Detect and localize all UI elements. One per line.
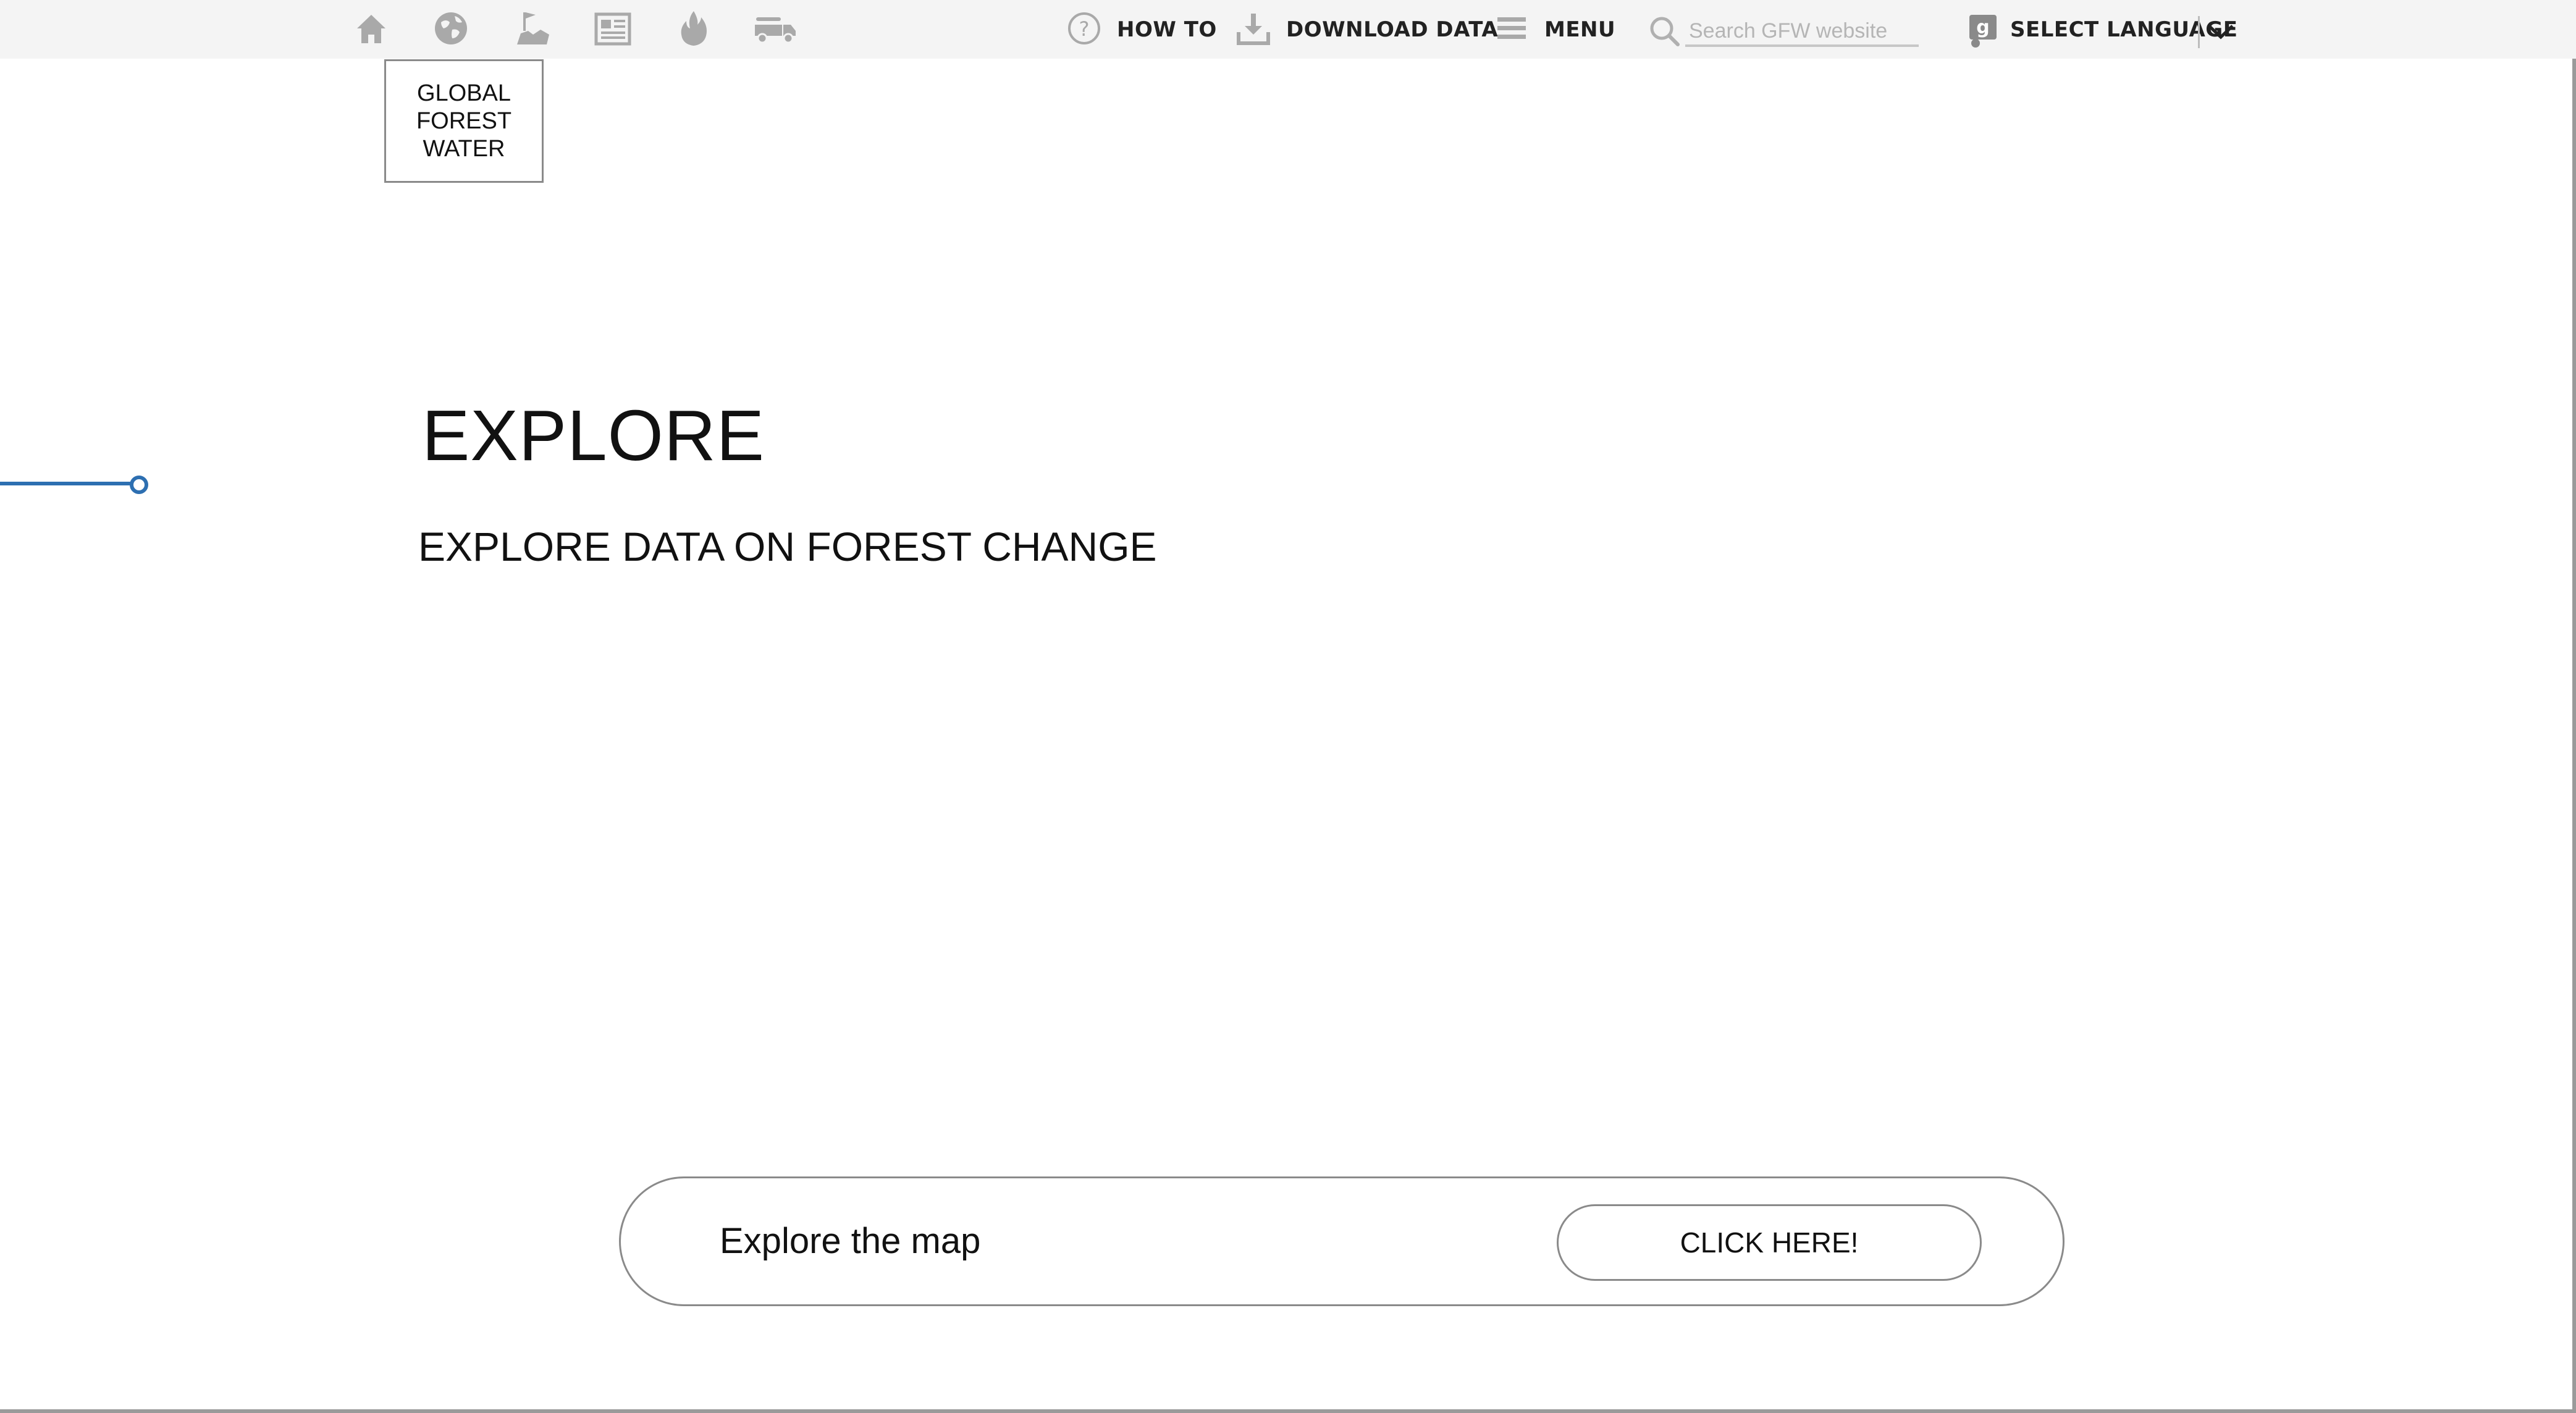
globe-icon[interactable] — [432, 10, 469, 47]
menu-link[interactable]: MENU — [1544, 17, 1615, 42]
right-border — [2572, 59, 2576, 1413]
select-language-label[interactable]: SELECT LANGUAGE — [2010, 17, 2237, 42]
logo-line-3: WATER — [423, 135, 505, 162]
logo-line-1: GLOBAL — [416, 80, 511, 106]
news-icon[interactable] — [594, 12, 631, 46]
top-navigation-bar: ? HOW TO DOWNLOAD DATA MENU Search GFW w… — [0, 0, 2576, 59]
click-here-button[interactable]: CLICK HERE! — [1557, 1204, 1982, 1281]
explore-map-banner: Explore the map CLICK HERE! — [619, 1176, 2065, 1306]
commodities-icon[interactable] — [752, 12, 798, 44]
how-to-link[interactable]: HOW TO — [1117, 17, 1217, 42]
logo-line-2: FOREST — [416, 107, 512, 134]
svg-text:g: g — [1976, 17, 1989, 38]
search-input[interactable] — [1685, 17, 1919, 47]
help-icon[interactable]: ? — [1067, 11, 1101, 46]
language-divider — [2198, 16, 2200, 48]
download-icon[interactable] — [1235, 11, 1271, 46]
search-icon[interactable] — [1648, 15, 1682, 48]
page-subtitle: EXPLORE DATA ON FOREST CHANGE — [418, 524, 1157, 569]
fire-icon[interactable] — [676, 9, 711, 47]
download-data-link[interactable]: DOWNLOAD DATA — [1286, 17, 1498, 42]
site-logo[interactable]: GLOBAL FOREST WATER — [384, 59, 544, 183]
google-translate-icon[interactable]: g — [1968, 14, 1998, 48]
chevron-down-icon[interactable] — [2207, 22, 2235, 41]
bottom-border — [0, 1409, 2576, 1413]
home-icon[interactable] — [353, 11, 389, 47]
page-title: EXPLORE — [422, 395, 765, 476]
search-box — [1648, 14, 1926, 48]
svg-text:?: ? — [1079, 17, 1090, 41]
slider-handle[interactable] — [130, 476, 148, 494]
countries-icon[interactable] — [515, 9, 553, 47]
menu-icon[interactable] — [1496, 15, 1527, 42]
explore-map-label: Explore the map — [720, 1221, 981, 1261]
slider-track[interactable] — [0, 482, 135, 485]
